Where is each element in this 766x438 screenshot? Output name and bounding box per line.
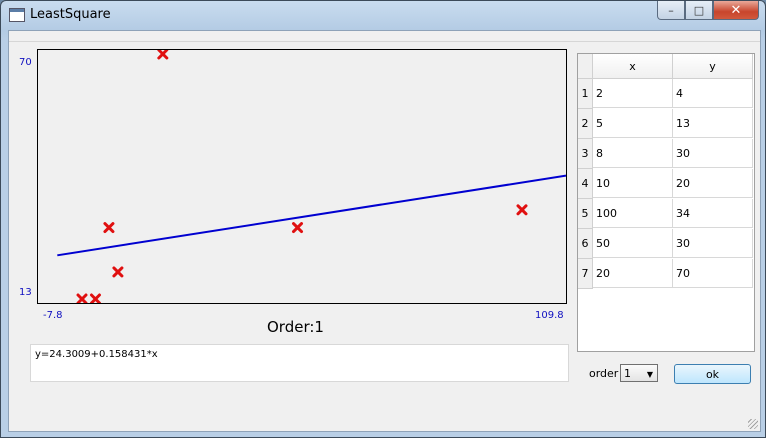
data-point-marker — [157, 48, 169, 60]
row-header[interactable]: 1 — [578, 79, 593, 109]
cell-y[interactable]: 4 — [673, 79, 753, 108]
cell-y[interactable]: 30 — [673, 229, 753, 258]
cell-y[interactable]: 20 — [673, 169, 753, 198]
table-row[interactable]: 124 — [578, 79, 753, 109]
cell-x[interactable]: 10 — [593, 169, 673, 198]
data-point-marker — [76, 293, 88, 305]
cell-x[interactable]: 2 — [593, 79, 673, 108]
equation-text: y=24.3009+0.158431*x — [35, 349, 158, 360]
window-controls: – □ ✕ — [657, 1, 759, 20]
row-header[interactable]: 3 — [578, 139, 593, 169]
cell-x[interactable]: 50 — [593, 229, 673, 258]
table-row[interactable]: 4 10 20 — [578, 169, 753, 199]
close-button[interactable]: ✕ — [713, 1, 759, 20]
x-axis-max-label: 109.8 — [535, 310, 564, 321]
table-row[interactable]: 3 8 30 — [578, 139, 753, 169]
close-icon: ✕ — [730, 2, 742, 18]
ok-button-label: ok — [705, 367, 720, 381]
cell-x[interactable]: 5 — [593, 109, 673, 138]
row-header[interactable]: 7 — [578, 259, 593, 289]
table-row[interactable]: 7 20 70 — [578, 259, 753, 289]
column-header-y[interactable]: y — [673, 54, 753, 79]
minimize-icon: – — [668, 3, 674, 17]
cell-x[interactable]: 20 — [593, 259, 673, 288]
dropdown-arrow-icon: ▼ — [646, 370, 653, 379]
data-point-marker — [103, 222, 115, 234]
table-row[interactable]: 6 50 30 — [578, 229, 753, 259]
data-point-marker — [516, 204, 528, 216]
row-header[interactable]: 4 — [578, 169, 593, 199]
cell-x[interactable]: 100 — [593, 199, 673, 228]
maximize-icon: □ — [693, 3, 705, 17]
cell-y[interactable]: 34 — [673, 199, 753, 228]
row-header[interactable]: 2 — [578, 109, 593, 139]
fit-line — [57, 174, 567, 257]
order-select-value: 1 — [624, 366, 631, 380]
order-caption: Order:1 — [267, 318, 324, 336]
y-axis-min-label: 13 — [19, 287, 32, 298]
cell-y[interactable]: 13 — [673, 109, 753, 138]
table-row[interactable]: 2 5 13 — [578, 109, 753, 139]
scatter-plot — [57, 48, 567, 305]
x-axis-min-label: -7.8 — [43, 310, 63, 321]
maximize-button[interactable]: □ — [685, 1, 713, 20]
data-point-marker — [89, 293, 101, 305]
data-point-marker — [292, 222, 304, 234]
data-table[interactable]: x y 1 2 4 2 5 13 3 8 30 4 10 20 5 100 34 6 50 30 7 20 70 — [577, 53, 755, 352]
table-row[interactable]: 5 100 34 — [578, 199, 753, 229]
ok-button[interactable]: ok — [674, 364, 751, 384]
order-label: order — [589, 367, 619, 380]
row-header[interactable]: 5 — [578, 199, 593, 229]
title-bar[interactable]: LeastSquare – □ ✕ — [1, 1, 765, 29]
equation-output[interactable]: y=24.3009+0.158431*x — [30, 344, 569, 382]
cell-y[interactable]: 70 — [673, 259, 753, 288]
plot-area — [37, 48, 567, 305]
cell-y[interactable]: 30 — [673, 139, 753, 168]
row-header[interactable]: 6 — [578, 229, 593, 259]
app-window-icon — [9, 8, 25, 22]
resize-grip-icon[interactable] — [748, 419, 758, 429]
main-window: LeastSquare – □ ✕ 70 13 -7.8 109.8 Order… — [0, 0, 766, 438]
data-point-marker — [112, 266, 124, 278]
cell-x[interactable]: 8 — [593, 139, 673, 168]
table-corner[interactable] — [578, 54, 593, 79]
y-axis-max-label: 70 — [19, 57, 32, 68]
client-area: 70 13 -7.8 109.8 Order:1 y=24.3009+0.158… — [8, 30, 761, 432]
order-select[interactable]: 1 ▼ — [620, 364, 658, 382]
minimize-button[interactable]: – — [657, 1, 685, 20]
column-header-x[interactable]: x — [593, 54, 673, 79]
menu-bar — [9, 31, 760, 42]
window-title: LeastSquare — [30, 7, 111, 22]
